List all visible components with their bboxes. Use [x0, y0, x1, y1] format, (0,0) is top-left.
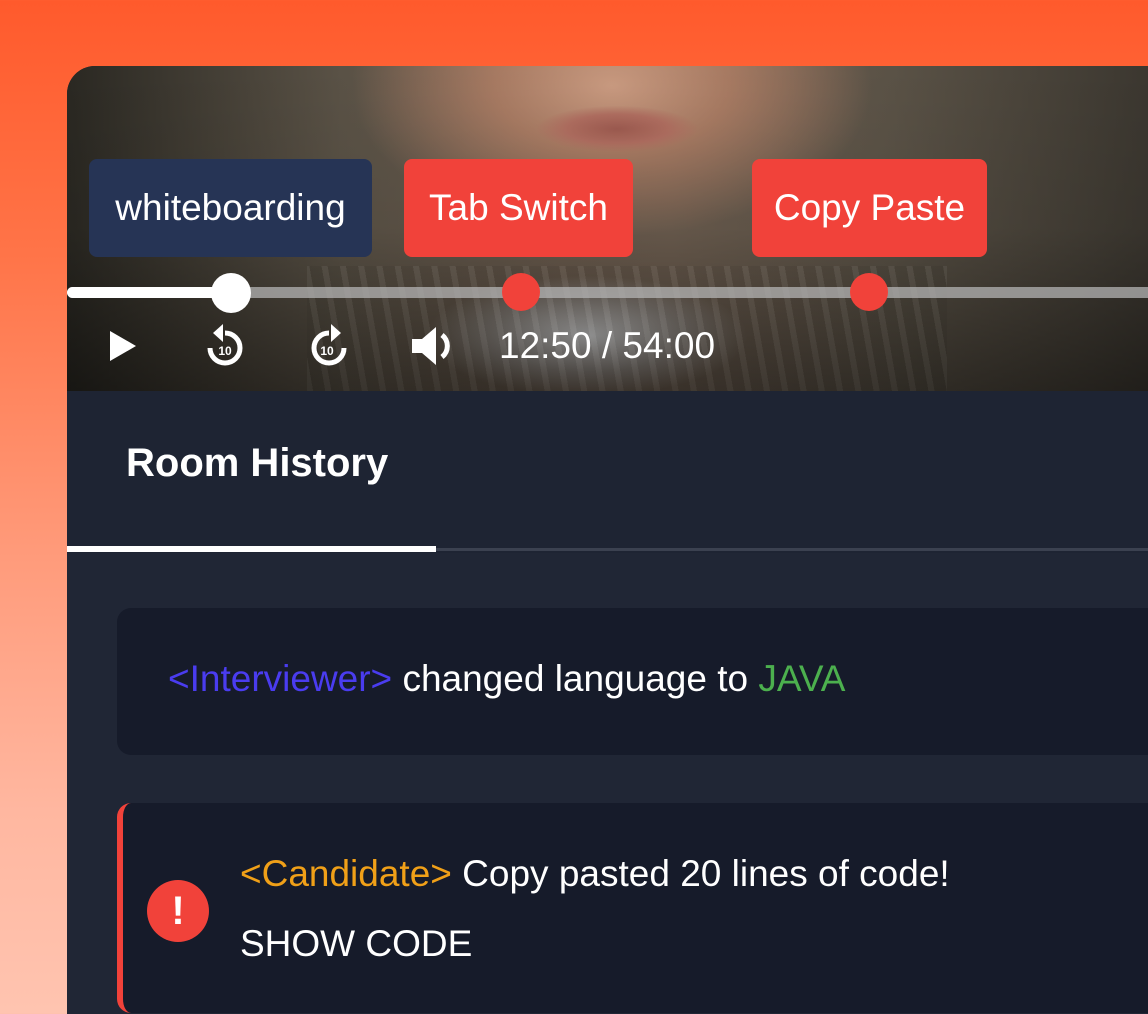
marker-label: Tab Switch — [429, 187, 608, 228]
marker-whiteboarding[interactable]: whiteboarding — [89, 159, 372, 257]
player-controls: 10 10 12:50 / 54:00 — [67, 321, 1148, 371]
actor-candidate: <Candidate> — [240, 853, 452, 894]
play-icon — [110, 331, 136, 361]
forward-10-icon: 10 — [311, 324, 347, 366]
marker-label: whiteboarding — [115, 187, 346, 228]
forward-seconds-label: 10 — [320, 344, 334, 358]
volume-icon — [412, 327, 450, 365]
actor-interviewer: <Interviewer> — [168, 658, 393, 699]
forward-10-button[interactable]: 10 — [305, 321, 353, 371]
time-display: 12:50 / 54:00 — [499, 325, 716, 366]
event-point-copy-paste[interactable] — [849, 273, 888, 311]
tab-active-indicator — [67, 546, 436, 552]
interview-replay-window: whiteboarding Tab Switch Copy Paste 10 1… — [67, 66, 1148, 1014]
marker-tab-switch[interactable]: Tab Switch — [404, 159, 633, 257]
tab-bar: Room History — [67, 391, 1148, 553]
room-history-list: <Interviewer> changed language to JAVA !… — [67, 553, 1148, 1014]
video-player[interactable]: whiteboarding Tab Switch Copy Paste 10 1… — [67, 66, 1148, 391]
language-value: JAVA — [758, 658, 846, 699]
play-button[interactable] — [103, 321, 143, 371]
history-entry-alert: ! <Candidate> Copy pasted 20 lines of co… — [117, 803, 1148, 1013]
history-entry-text: <Interviewer> changed language to JAVA — [168, 658, 845, 700]
rewind-seconds-label: 10 — [218, 344, 232, 358]
tab-room-history[interactable]: Room History — [126, 441, 388, 486]
volume-button[interactable] — [409, 321, 457, 371]
history-entry: <Interviewer> changed language to JAVA — [117, 608, 1148, 755]
seek-thumb[interactable] — [210, 273, 251, 313]
marker-copy-paste[interactable]: Copy Paste — [752, 159, 987, 257]
show-code-button[interactable]: SHOW CODE — [240, 923, 472, 965]
rewind-10-button[interactable]: 10 — [201, 321, 249, 371]
history-message: changed language to — [392, 658, 759, 699]
history-entry-text: <Candidate> Copy pasted 20 lines of code… — [240, 853, 950, 895]
history-message: Copy pasted 20 lines of code! — [451, 853, 950, 894]
alert-icon: ! — [147, 880, 209, 942]
seek-bar-progress — [67, 287, 231, 298]
rewind-10-icon: 10 — [207, 324, 243, 366]
marker-label: Copy Paste — [773, 187, 966, 228]
